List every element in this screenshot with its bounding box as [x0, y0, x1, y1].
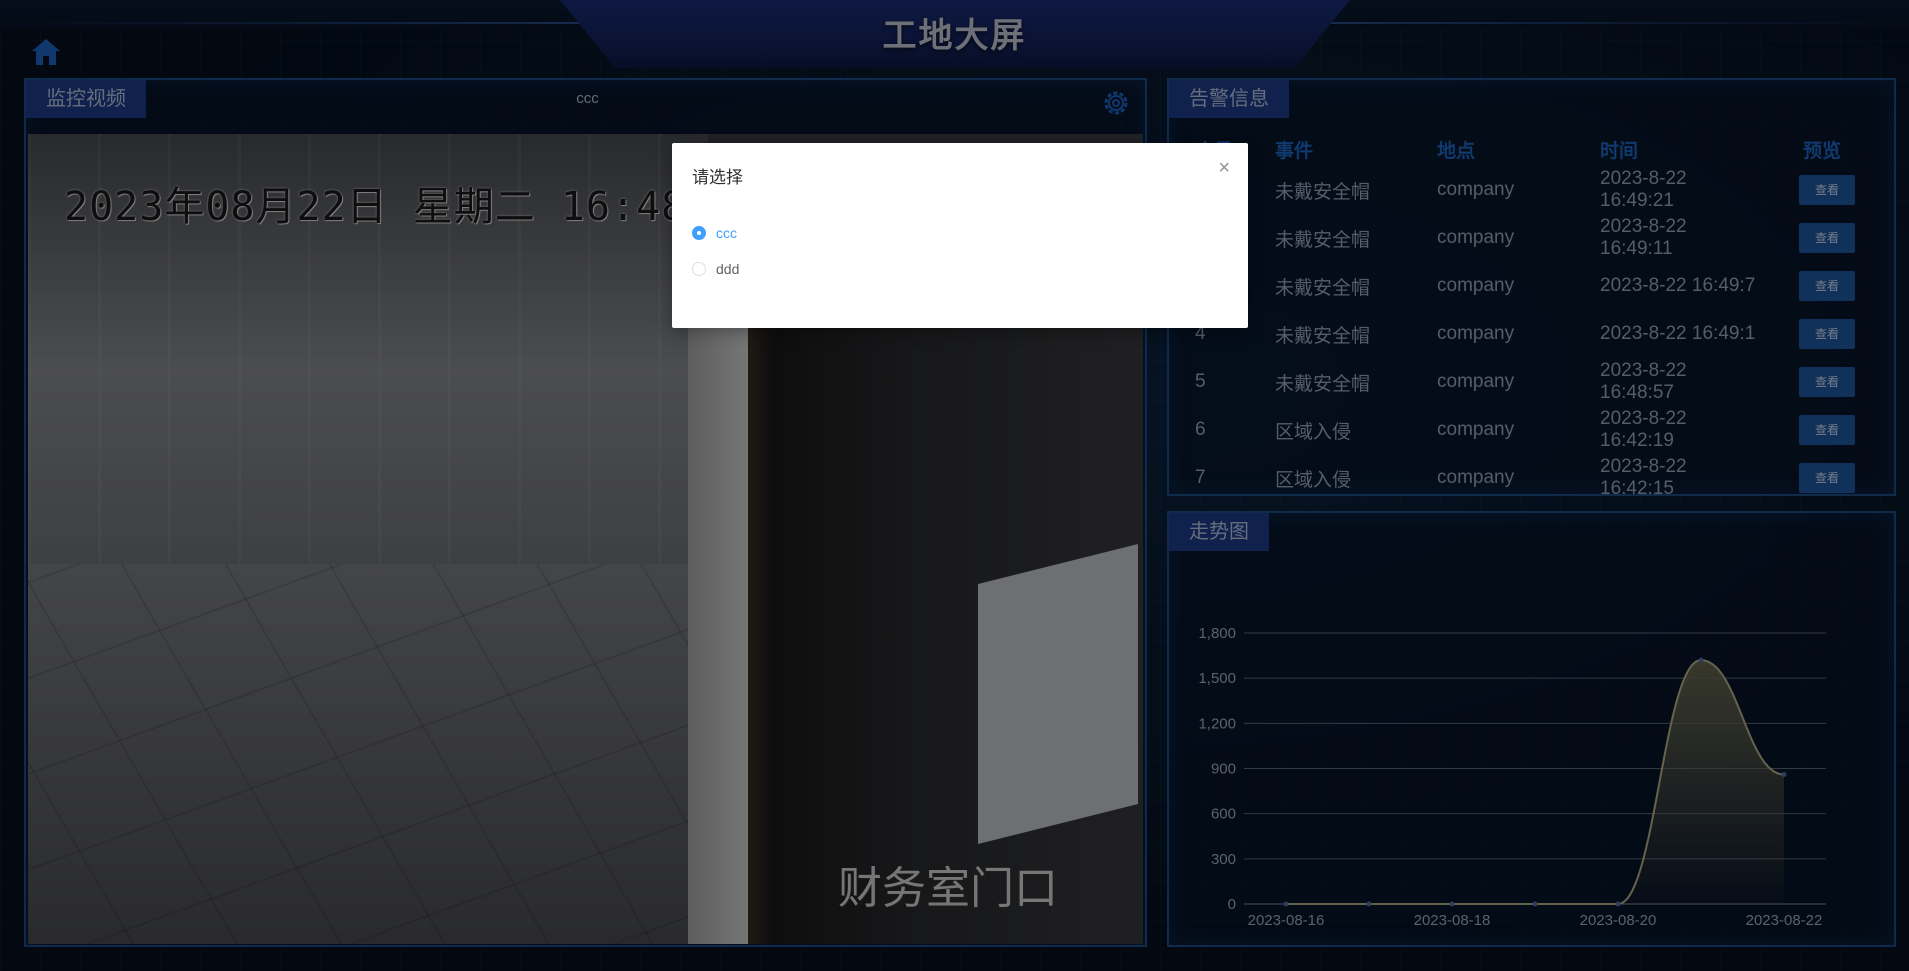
dialog-title: 请选择	[692, 168, 743, 187]
select-dialog: 请选择 × ccc ddd	[672, 143, 1248, 328]
radio-option-ccc[interactable]: ccc	[692, 225, 737, 241]
radio-icon	[692, 226, 706, 240]
radio-option-ddd[interactable]: ddd	[692, 261, 739, 277]
radio-label: ccc	[716, 225, 737, 241]
close-icon[interactable]: ×	[1218, 157, 1230, 180]
radio-icon	[692, 262, 706, 276]
radio-label: ddd	[716, 261, 740, 277]
